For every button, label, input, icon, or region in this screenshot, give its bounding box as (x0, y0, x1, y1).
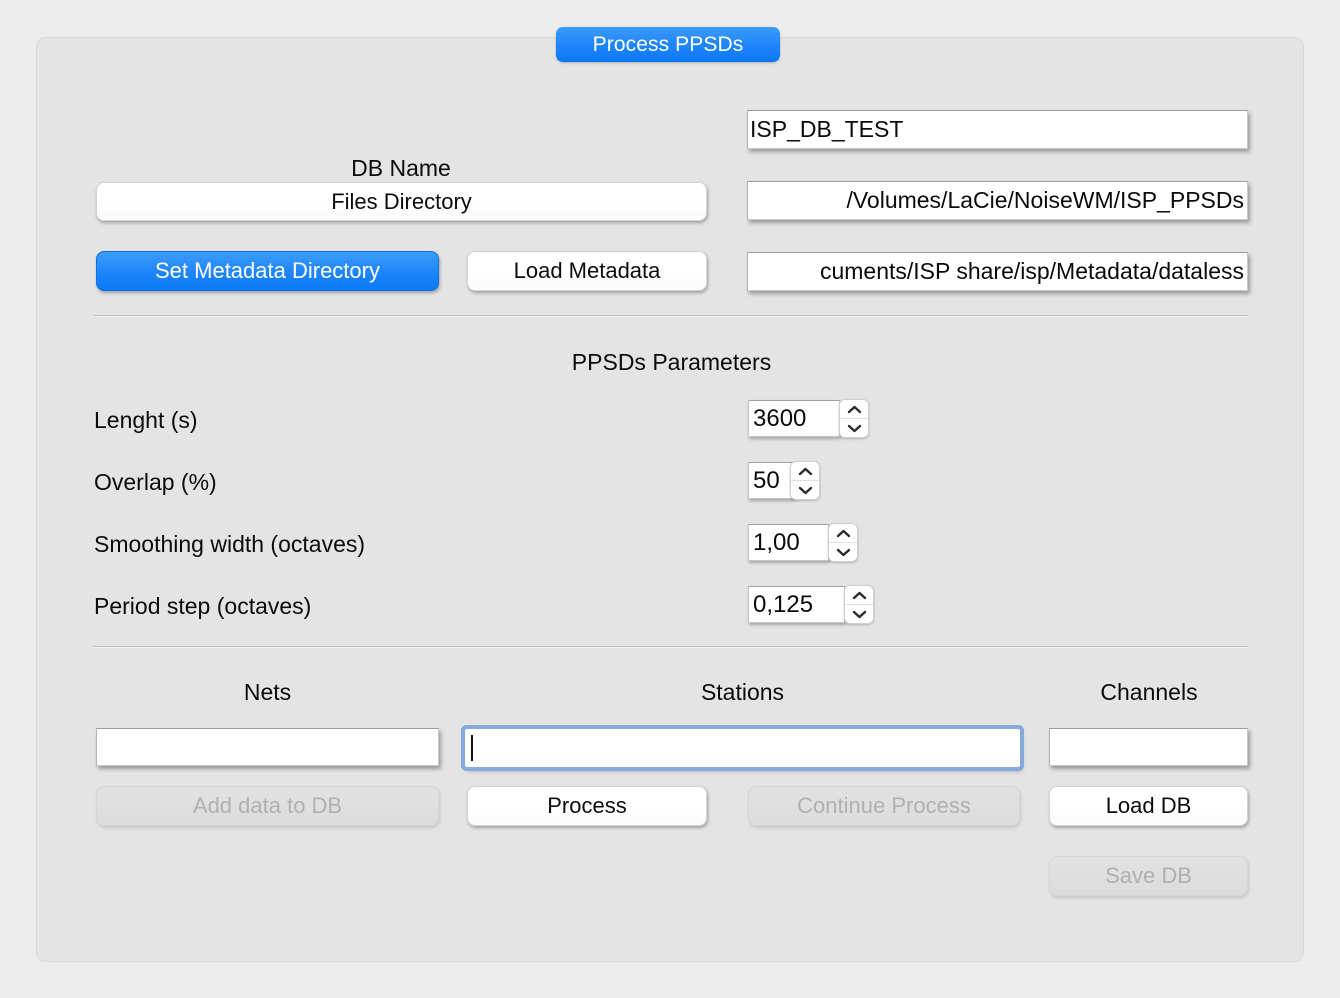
stepper-up-overlap[interactable] (791, 462, 819, 481)
param-value-period-step: 0,125 (753, 590, 814, 618)
tab-process-ppsds[interactable]: Process PPSDs (556, 27, 780, 62)
stepper-down-overlap[interactable] (791, 481, 819, 499)
process-ppsds-panel: DB Name ISP_DB_TEST Files Directory /Vol… (36, 37, 1304, 962)
metadata-directory-value: cuments/ISP share/isp/Metadata/dataless (819, 258, 1244, 284)
continue-process-button[interactable]: Continue Process (748, 786, 1020, 826)
param-label-period-step: Period step (octaves) (94, 593, 312, 619)
stations-input[interactable] (465, 729, 1020, 767)
stepper-up-length[interactable] (840, 400, 868, 419)
param-stepper-smoothing-width[interactable] (828, 523, 858, 562)
stepper-down-smoothing-width[interactable] (829, 543, 857, 561)
chevron-down-icon (852, 610, 866, 618)
chevron-up-icon (836, 529, 850, 537)
param-value-length: 3600 (753, 404, 807, 432)
files-directory-input[interactable]: /Volumes/LaCie/NoiseWM/ISP_PPSDs (747, 181, 1248, 220)
param-input-length[interactable]: 3600 (748, 400, 840, 437)
chevron-down-icon (836, 548, 850, 556)
add-data-to-db-button[interactable]: Add data to DB (96, 786, 439, 826)
nets-input[interactable] (96, 728, 439, 766)
db-name-value: ISP_DB_TEST (750, 116, 904, 142)
parameters-heading: PPSDs Parameters (571, 349, 772, 375)
files-directory-value: /Volumes/LaCie/NoiseWM/ISP_PPSDs (846, 187, 1244, 213)
chevron-down-icon (847, 424, 861, 432)
section-divider-bottom (94, 646, 1249, 648)
channels-input[interactable] (1049, 728, 1248, 766)
param-label-smoothing-width: Smoothing width (octaves) (94, 531, 366, 557)
param-input-period-step[interactable]: 0,125 (748, 586, 845, 623)
param-label-overlap: Overlap (%) (94, 469, 217, 495)
load-metadata-button[interactable]: Load Metadata (467, 251, 707, 291)
param-stepper-length[interactable] (839, 399, 869, 438)
load-db-button[interactable]: Load DB (1049, 786, 1248, 826)
section-divider-top (94, 315, 1249, 317)
db-name-input[interactable]: ISP_DB_TEST (747, 110, 1248, 149)
set-metadata-directory-button[interactable]: Set Metadata Directory (96, 251, 439, 291)
stations-label: Stations (700, 679, 785, 705)
text-cursor (471, 735, 473, 761)
param-input-smoothing-width[interactable]: 1,00 (748, 524, 829, 561)
metadata-directory-input[interactable]: cuments/ISP share/isp/Metadata/dataless (747, 252, 1248, 291)
param-input-overlap[interactable]: 50 (748, 462, 795, 499)
param-stepper-overlap[interactable] (790, 461, 820, 500)
param-value-smoothing-width: 1,00 (753, 528, 800, 556)
db-name-label: DB Name (351, 155, 451, 181)
param-label-length: Lenght (s) (94, 407, 198, 433)
chevron-up-icon (847, 405, 861, 413)
stepper-up-smoothing-width[interactable] (829, 524, 857, 543)
chevron-up-icon (798, 467, 812, 475)
stepper-up-period-step[interactable] (845, 586, 873, 605)
chevron-down-icon (798, 486, 812, 494)
tab-bar: Process PPSDs (0, 0, 1340, 70)
channels-label: Channels (1100, 679, 1198, 705)
nets-label: Nets (243, 679, 292, 705)
save-db-button[interactable]: Save DB (1049, 856, 1248, 896)
param-value-overlap: 50 (753, 466, 780, 494)
stepper-down-length[interactable] (840, 419, 868, 437)
process-button[interactable]: Process (467, 786, 707, 826)
stepper-down-period-step[interactable] (845, 605, 873, 623)
chevron-up-icon (852, 591, 866, 599)
files-directory-button[interactable]: Files Directory (96, 182, 707, 221)
param-stepper-period-step[interactable] (844, 585, 874, 624)
